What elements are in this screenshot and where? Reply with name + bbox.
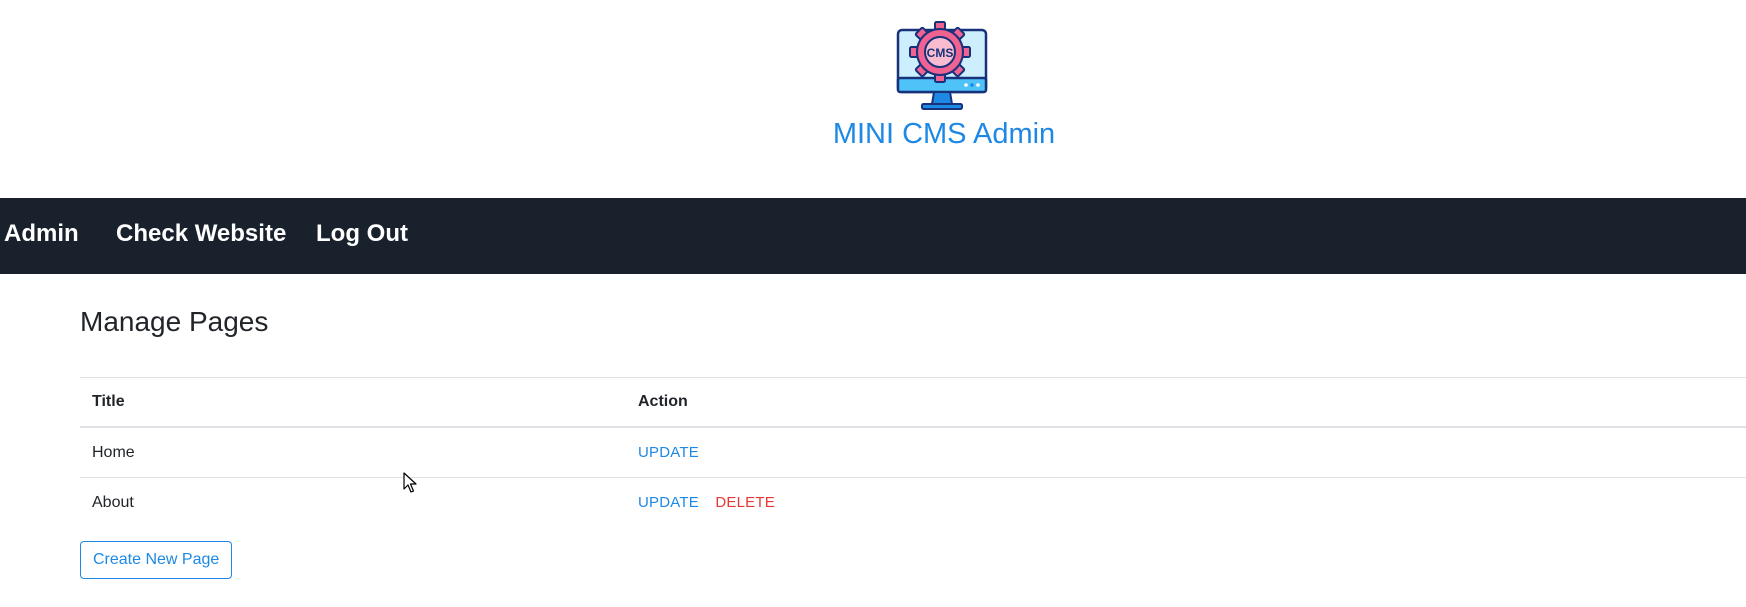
mouse-pointer-icon	[403, 472, 417, 493]
delete-link[interactable]: DELETE	[715, 494, 775, 511]
header: CMS MINI CMS Admin	[0, 0, 1746, 198]
update-link[interactable]: UPDATE	[638, 444, 699, 461]
table-row: Home UPDATE	[80, 426, 1746, 478]
svg-text:CMS: CMS	[927, 46, 954, 60]
pages-table: Title Action Home UPDATE About UPDATE DE…	[80, 377, 1746, 527]
nav-item-admin[interactable]: Admin	[4, 198, 79, 274]
table-row: About UPDATE DELETE	[80, 477, 1746, 527]
column-header-action: Action	[626, 377, 1746, 428]
top-navbar: Admin Check Website Log Out	[0, 198, 1746, 274]
actions-cell: UPDATE DELETE	[626, 477, 1746, 527]
page-title-cell: About	[80, 477, 626, 527]
table-header-row: Title Action	[80, 377, 1746, 428]
cms-logo-icon: CMS	[896, 21, 988, 110]
column-header-title: Title	[80, 377, 626, 428]
actions-cell: UPDATE	[626, 426, 1746, 478]
create-new-page-button[interactable]: Create New Page	[80, 541, 233, 579]
site-title: MINI CMS Admin	[832, 118, 1056, 150]
page-title: Manage Pages	[80, 306, 269, 337]
nav-item-check-website[interactable]: Check Website	[116, 198, 286, 274]
page-title-cell: Home	[80, 426, 626, 478]
nav-item-log-out[interactable]: Log Out	[316, 198, 408, 274]
update-link[interactable]: UPDATE	[638, 494, 699, 511]
